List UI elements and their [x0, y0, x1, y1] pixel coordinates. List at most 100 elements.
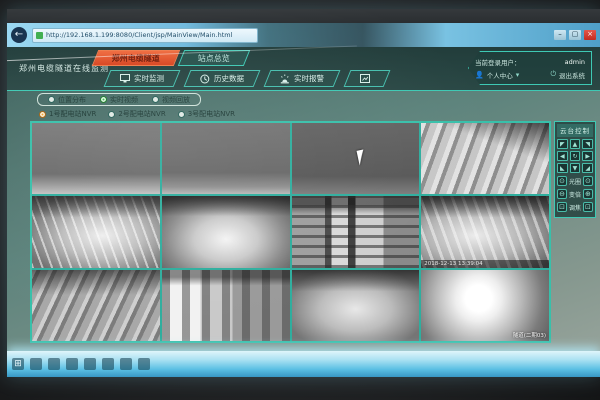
- clock-icon: [200, 74, 210, 84]
- user-panel: 当前登录用户： admin 👤 个人中心 ▾ ⏻ 退出系统: [468, 51, 592, 85]
- camera-tile-r1c2[interactable]: [162, 123, 290, 194]
- radio-label: 实时视频: [110, 95, 138, 105]
- tab-label: 郑州电缆隧道: [112, 53, 160, 64]
- toolbar-item-realtime-monitor[interactable]: 实时监测: [104, 70, 181, 87]
- browser-back-button[interactable]: ←: [11, 27, 27, 43]
- radio-nvr-1[interactable]: 1号配电站NVR: [39, 109, 96, 119]
- toolbar-item-realtime-alarm[interactable]: 实时报警: [264, 70, 341, 87]
- monitor-icon: [120, 74, 130, 83]
- toolbar-item-history-data[interactable]: 历史数据: [184, 70, 261, 87]
- radio-label: 位置分布: [58, 95, 86, 105]
- nvr-radios: 1号配电站NVR 2号配电站NVR 3号配电站NVR: [39, 108, 235, 120]
- monitor-screen: ← http://192.168.1.199:8080/Client/jsp/M…: [7, 9, 600, 377]
- camera-osd-timestamp: 2018-12-13 13:39:04: [421, 260, 549, 268]
- zoom-label: 变倍: [569, 190, 581, 199]
- start-button[interactable]: ⊞: [12, 358, 24, 370]
- focus-far-button[interactable]: ⊡: [583, 202, 593, 212]
- radio-icon[interactable]: [108, 111, 115, 118]
- ptz-left-button[interactable]: ◀: [557, 151, 568, 161]
- toolbar-label: 历史数据: [214, 73, 244, 84]
- camera-tile-r1c4[interactable]: [421, 123, 549, 194]
- radio-label: 视频回放: [162, 95, 190, 105]
- monitoring-app: 郑州电缆隧道在线监测 郑州电缆隧道 站点总览 实时监测: [7, 47, 600, 377]
- ptz-up-button[interactable]: ▲: [570, 139, 581, 149]
- ptz-auto-scan-button[interactable]: ↻: [570, 151, 581, 161]
- camera-tile-r3c3[interactable]: [292, 270, 420, 341]
- camera-tile-r3c1[interactable]: [32, 270, 160, 341]
- maximize-button[interactable]: ▢: [569, 30, 581, 40]
- radio-video-playback[interactable]: 视频回放: [152, 95, 190, 105]
- radio-nvr-2[interactable]: 2号配电站NVR: [108, 109, 165, 119]
- focus-label: 调焦: [569, 203, 581, 212]
- focus-near-button[interactable]: ⊡: [557, 202, 567, 212]
- taskbar-icon[interactable]: [66, 358, 78, 370]
- toolbar-label: 实时监测: [134, 73, 164, 84]
- ptz-down-right-button[interactable]: ◢: [582, 163, 593, 173]
- radio-label: 3号配电站NVR: [188, 109, 235, 119]
- ptz-down-left-button[interactable]: ◣: [557, 163, 568, 173]
- address-bar[interactable]: http://192.168.1.199:8080/Client/jsp/Mai…: [32, 28, 258, 43]
- close-button[interactable]: ×: [584, 30, 596, 40]
- ptz-down-button[interactable]: ▼: [570, 163, 581, 173]
- zoom-out-button[interactable]: ⊖: [557, 189, 567, 199]
- main-tabs: 郑州电缆隧道 站点总览: [95, 50, 247, 66]
- camera-tile-r2c3[interactable]: [292, 196, 420, 267]
- iris-minus-button[interactable]: ⊙: [557, 176, 567, 186]
- tab-label: 站点总览: [198, 53, 230, 64]
- person-icon: 👤: [475, 71, 484, 79]
- power-icon: ⏻: [550, 70, 556, 79]
- device-icon: [360, 74, 370, 83]
- taskbar-icon[interactable]: [30, 358, 42, 370]
- tab-site-overview[interactable]: 站点总览: [178, 50, 250, 66]
- camera-tile-r2c1[interactable]: [32, 196, 160, 267]
- username: admin: [565, 58, 585, 66]
- ptz-direction-pad: ◤ ▲ ◥ ◀ ↻ ▶ ◣ ▼ ◢: [557, 139, 593, 173]
- filter-bar: 位置分布 实时视频 视频回放 1号配电站NVR 2号配电站N: [7, 91, 600, 121]
- minimize-button[interactable]: –: [554, 30, 566, 40]
- alarm-icon: [280, 74, 290, 84]
- camera-tile-r2c4[interactable]: 2018-12-13 13:39:04: [421, 196, 549, 267]
- radio-icon[interactable]: [152, 96, 159, 103]
- window-controls: – ▢ ×: [554, 30, 596, 40]
- radio-icon-selected[interactable]: [100, 96, 107, 103]
- iris-label: 光圈: [569, 177, 581, 186]
- camera-tile-r1c3[interactable]: [292, 123, 420, 194]
- radio-location-map[interactable]: 位置分布: [48, 95, 86, 105]
- radio-icon[interactable]: [48, 96, 55, 103]
- tab-cable-tunnel[interactable]: 郑州电缆隧道: [92, 50, 180, 66]
- radio-live-video[interactable]: 实时视频: [100, 95, 138, 105]
- toolbar-label: 实时报警: [294, 73, 324, 84]
- taskbar-icon[interactable]: [120, 358, 132, 370]
- radio-label: 1号配电站NVR: [49, 109, 96, 119]
- url-text[interactable]: http://192.168.1.199:8080/Client/jsp/Mai…: [46, 31, 232, 39]
- ptz-up-right-button[interactable]: ◥: [582, 139, 593, 149]
- zoom-in-button[interactable]: ⊕: [583, 189, 593, 199]
- video-wall: 2018-12-13 13:39:04 隧道(二期03): [30, 121, 551, 343]
- radio-nvr-3[interactable]: 3号配电站NVR: [178, 109, 235, 119]
- main-content: 2018-12-13 13:39:04 隧道(二期03) 云台控制 ◤ ▲ ◥ …: [30, 121, 596, 343]
- taskbar-icon[interactable]: [48, 358, 60, 370]
- browser-toolbar: ← http://192.168.1.199:8080/Client/jsp/M…: [7, 23, 600, 47]
- ptz-up-left-button[interactable]: ◤: [557, 139, 568, 149]
- camera-tile-r3c4[interactable]: 隧道(二期03): [421, 270, 549, 341]
- radio-icon-selected[interactable]: [39, 111, 46, 118]
- chevron-down-icon[interactable]: ▾: [516, 71, 520, 79]
- camera-tile-r3c2[interactable]: [162, 270, 290, 341]
- taskbar-icon[interactable]: [84, 358, 96, 370]
- toolbar-item-device[interactable]: [344, 70, 391, 87]
- header-toolbar: 实时监测 历史数据 实时报警: [107, 70, 387, 87]
- mouse-cursor: [356, 150, 366, 166]
- camera-tile-r1c1[interactable]: [32, 123, 160, 194]
- personal-center-link[interactable]: 个人中心: [487, 70, 513, 80]
- radio-label: 2号配电站NVR: [118, 109, 165, 119]
- iris-plus-button[interactable]: ⊙: [583, 176, 593, 186]
- logout-link[interactable]: 退出系统: [559, 70, 585, 80]
- app-header: 郑州电缆隧道在线监测 郑州电缆隧道 站点总览 实时监测: [7, 47, 600, 91]
- camera-tile-r2c2[interactable]: [162, 196, 290, 267]
- taskbar-icon[interactable]: [138, 358, 150, 370]
- radio-icon[interactable]: [178, 111, 185, 118]
- ptz-focus-row: ⊡ 调焦 ⊡: [557, 202, 593, 212]
- browser-titlebar: [7, 9, 600, 23]
- ptz-right-button[interactable]: ▶: [582, 151, 593, 161]
- taskbar-icon[interactable]: [102, 358, 114, 370]
